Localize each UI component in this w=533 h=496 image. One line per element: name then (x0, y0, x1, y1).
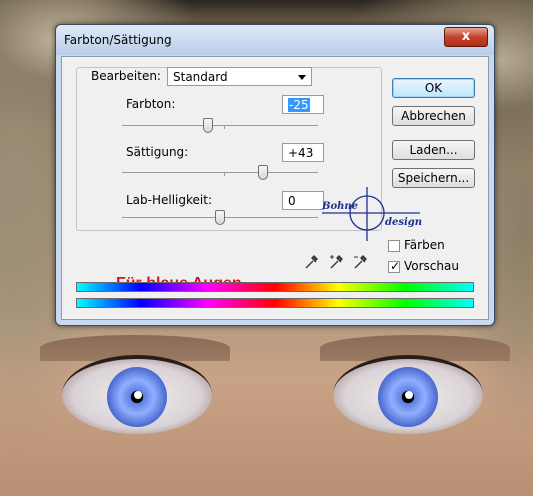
cancel-button[interactable]: Abbrechen (392, 106, 475, 126)
close-button[interactable]: x (444, 27, 488, 47)
ok-button[interactable]: OK (392, 78, 475, 98)
watermark-text-top: Bohne (322, 201, 358, 212)
edit-label: Bearbeiten: (91, 69, 161, 83)
saturation-input[interactable]: +43 (282, 143, 324, 162)
saturation-slider-center-tick (224, 172, 225, 176)
load-button[interactable]: Laden... (392, 140, 475, 160)
lightness-input[interactable]: 0 (282, 191, 324, 210)
saturation-label: Sättigung: (126, 145, 189, 159)
eyedropper-plus-icon[interactable] (329, 254, 343, 270)
right-iris (378, 367, 438, 427)
watermark-text-bottom: design (385, 217, 422, 228)
hue-slider-thumb[interactable] (203, 118, 214, 133)
hue-label: Farbton: (126, 97, 176, 111)
hue-slider-center-tick (224, 125, 225, 129)
eyedropper-minus-icon[interactable] (353, 254, 367, 270)
output-color-bar (76, 298, 474, 308)
lightness-slider-thumb[interactable] (215, 210, 225, 225)
saturation-slider-thumb[interactable] (258, 165, 269, 180)
preview-checkbox[interactable] (388, 259, 400, 273)
save-button[interactable]: Speichern... (392, 168, 475, 188)
window-title: Farbton/Sättigung (64, 33, 172, 47)
right-eye (333, 355, 483, 434)
hue-input[interactable]: -25 (282, 95, 324, 114)
left-eye (62, 355, 212, 434)
chevron-down-icon (298, 75, 306, 80)
hue-slider-track[interactable] (122, 125, 318, 126)
saturation-input-value: +43 (288, 146, 314, 160)
title-bar[interactable]: Farbton/Sättigung x (56, 25, 494, 55)
left-iris (107, 367, 167, 427)
left-eye-glint (134, 391, 142, 399)
close-icon: x (461, 29, 471, 44)
lightness-input-value: 0 (288, 194, 296, 208)
hue-input-value: -25 (288, 98, 310, 112)
preview-label: Vorschau (404, 259, 459, 273)
edit-dropdown-value: Standard (173, 70, 228, 84)
dialog-client-area: Bearbeiten: Standard Farbton: -25 Sättig… (61, 56, 489, 320)
colorize-checkbox[interactable] (388, 240, 400, 252)
colorize-label: Färben (404, 238, 445, 252)
right-eye-glint (405, 391, 413, 399)
hue-saturation-dialog: Farbton/Sättigung x Bearbeiten: Standard… (55, 24, 495, 326)
saturation-slider-track[interactable] (122, 172, 318, 173)
edit-dropdown[interactable]: Standard (167, 67, 312, 86)
lightness-label: Lab-Helligkeit: (126, 193, 212, 207)
eyedropper-icon[interactable] (304, 254, 318, 270)
input-color-bar (76, 282, 474, 292)
